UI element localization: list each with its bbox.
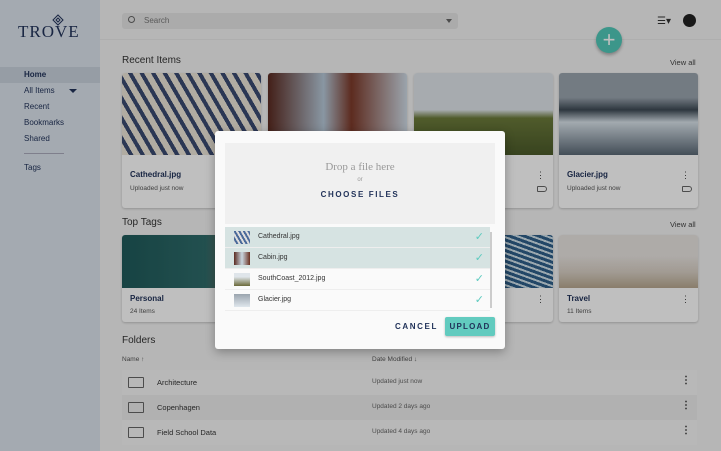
- file-name: Glacier.jpg: [258, 296, 292, 303]
- file-list: Cathedral.jpg ✓ Cabin.jpg ✓ SouthCoast_201…: [225, 227, 490, 311]
- file-name: Cabin.jpg: [258, 254, 288, 261]
- file-item[interactable]: Cathedral.jpg ✓: [225, 227, 490, 248]
- check-icon: ✓: [474, 252, 484, 264]
- file-item[interactable]: SouthCoast_2012.jpg ✓: [225, 269, 490, 290]
- drop-zone[interactable]: Drop a file here or CHOOSE FILES: [225, 143, 495, 224]
- file-thumbnail: [234, 231, 250, 244]
- file-list-scrollbar[interactable]: [490, 232, 492, 308]
- file-item[interactable]: Glacier.jpg ✓: [225, 290, 490, 311]
- file-thumbnail: [234, 294, 250, 307]
- cancel-button[interactable]: CANCEL: [395, 322, 438, 331]
- file-name: SouthCoast_2012.jpg: [258, 275, 326, 282]
- file-thumbnail: [234, 273, 250, 286]
- drop-text: Drop a file here: [325, 161, 395, 173]
- file-name: Cathedral.jpg: [258, 233, 300, 240]
- file-thumbnail: [234, 252, 250, 265]
- or-text: or: [357, 177, 363, 183]
- upload-dialog: Drop a file here or CHOOSE FILES Cathedr…: [215, 131, 505, 349]
- check-icon: ✓: [474, 273, 484, 285]
- upload-button[interactable]: UPLOAD: [445, 317, 495, 336]
- check-icon: ✓: [474, 294, 484, 306]
- check-icon: ✓: [474, 231, 484, 243]
- choose-files-button[interactable]: CHOOSE FILES: [225, 190, 495, 199]
- file-item[interactable]: Cabin.jpg ✓: [225, 248, 490, 269]
